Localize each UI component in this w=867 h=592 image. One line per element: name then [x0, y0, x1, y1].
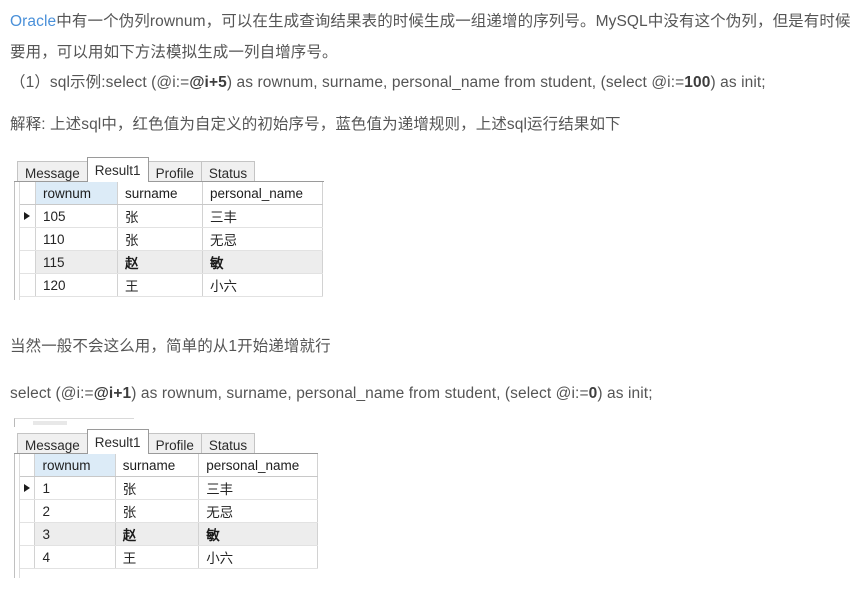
sql1-emphasis-increment: @i+5 — [189, 74, 227, 91]
tab-status-1[interactable]: Status — [200, 161, 256, 181]
cell-personal-name[interactable]: 无忌 — [202, 227, 323, 251]
table-row[interactable]: 115 赵 敏 — [19, 250, 323, 274]
tab-label: Profile — [155, 438, 194, 453]
current-row-arrow-icon — [24, 484, 30, 492]
cell-personal-name[interactable]: 敏 — [198, 522, 318, 546]
tab-result1-1[interactable]: Result1 — [86, 157, 149, 182]
cell-rownum[interactable]: 3 — [34, 522, 116, 546]
cell-surname[interactable]: 赵 — [117, 250, 203, 274]
cell-rownum[interactable]: 120 — [35, 273, 118, 297]
tab-label: Result1 — [94, 435, 141, 450]
cell-rownum[interactable]: 110 — [35, 227, 118, 251]
cell-surname[interactable]: 王 — [117, 273, 203, 297]
cell-surname[interactable]: 赵 — [115, 522, 200, 546]
cell-surname[interactable]: 张 — [117, 227, 203, 251]
result-panel-2: Message Result1 Profile Status rownum su… — [14, 418, 318, 578]
row-marker — [19, 499, 36, 523]
column-header-surname[interactable]: surname — [117, 182, 203, 205]
sql1-middle: ) as rownum, surname, personal_name from… — [226, 74, 685, 91]
row-marker — [19, 545, 36, 569]
cell-rownum[interactable]: 1 — [34, 476, 116, 500]
table-row[interactable]: 120 王 小六 — [19, 273, 323, 297]
table-row[interactable]: 3 赵 敏 — [19, 522, 318, 546]
paragraph-sql-example-1: （1）sql示例:select (@i:=@i+5) as rownum, su… — [10, 67, 860, 98]
row-marker-current — [19, 476, 36, 500]
cell-rownum[interactable]: 2 — [34, 499, 116, 523]
cell-surname[interactable]: 张 — [117, 204, 203, 228]
result-grid-1: rownum surname personal_name 105 张 三丰 11… — [19, 182, 323, 297]
panel-2-top-strip — [14, 418, 134, 427]
tab-message-1[interactable]: Message — [17, 161, 88, 181]
column-header-personal-name[interactable]: personal_name — [202, 182, 323, 205]
column-header-rownum[interactable]: rownum — [35, 182, 118, 205]
row-marker — [19, 522, 36, 546]
tab-profile-2[interactable]: Profile — [147, 433, 202, 453]
sql2-suffix: ) as init; — [597, 385, 653, 402]
cell-personal-name[interactable]: 小六 — [202, 273, 323, 297]
oracle-link[interactable]: Oracle — [10, 13, 56, 30]
row-marker — [19, 273, 36, 297]
cell-rownum[interactable]: 105 — [35, 204, 118, 228]
cell-rownum[interactable]: 115 — [35, 250, 118, 274]
cell-rownum[interactable]: 4 — [34, 545, 116, 569]
tab-label: Message — [25, 166, 80, 181]
row-marker-current — [19, 204, 36, 228]
cell-surname[interactable]: 王 — [115, 545, 200, 569]
cell-surname[interactable]: 张 — [115, 499, 200, 523]
sql1-suffix: ) as init; — [710, 74, 766, 91]
cell-personal-name[interactable]: 三丰 — [202, 204, 323, 228]
cell-personal-name[interactable]: 三丰 — [198, 476, 318, 500]
column-header-surname[interactable]: surname — [115, 454, 200, 477]
current-row-arrow-icon — [24, 212, 30, 220]
tab-label: Result1 — [94, 163, 141, 178]
sql1-prefix: （1）sql示例:select (@i:= — [10, 74, 190, 91]
table-row[interactable]: 1 张 三丰 — [19, 476, 318, 500]
table-row[interactable]: 110 张 无忌 — [19, 227, 323, 251]
paragraph-intro-text: 中有一个伪列rownum，可以在生成查询结果表的时候生成一组递增的序列号。MyS… — [10, 13, 851, 61]
sql2-prefix: select (@i:= — [10, 385, 94, 402]
result-grid-2: rownum surname personal_name 1 张 三丰 2 张 … — [19, 454, 318, 569]
table-row[interactable]: 4 王 小六 — [19, 545, 318, 569]
tab-status-2[interactable]: Status — [200, 433, 256, 453]
cell-surname[interactable]: 张 — [115, 476, 200, 500]
row-marker-header — [19, 454, 36, 477]
tab-message-2[interactable]: Message — [17, 433, 88, 453]
tab-label: Message — [25, 438, 80, 453]
table-row[interactable]: 105 张 三丰 — [19, 204, 323, 228]
column-header-rownum[interactable]: rownum — [34, 454, 116, 477]
result-tabbar-1: Message Result1 Profile Status — [14, 155, 324, 182]
sql2-emphasis-increment: @i+1 — [93, 385, 132, 402]
sql2-middle: ) as rownum, surname, personal_name from… — [131, 385, 589, 402]
cell-personal-name[interactable]: 敏 — [202, 250, 323, 274]
tab-label: Status — [208, 438, 248, 453]
result-panel-1: Message Result1 Profile Status rownum su… — [14, 155, 324, 300]
grid-header-row: rownum surname personal_name — [19, 454, 318, 477]
result-tabbar-2: Message Result1 Profile Status — [14, 427, 318, 454]
row-marker — [19, 227, 36, 251]
column-header-personal-name[interactable]: personal_name — [198, 454, 318, 477]
tab-label: Status — [208, 166, 248, 181]
paragraph-intro: Oracle中有一个伪列rownum，可以在生成查询结果表的时候生成一组递增的序… — [10, 6, 865, 68]
cell-personal-name[interactable]: 小六 — [198, 545, 318, 569]
paragraph-sql-example-2: select (@i:=@i+1) as rownum, surname, pe… — [10, 378, 860, 409]
row-marker — [19, 250, 36, 274]
sql1-emphasis-init: 100 — [684, 74, 711, 91]
grid-header-row: rownum surname personal_name — [19, 182, 323, 205]
table-row[interactable]: 2 张 无忌 — [19, 499, 318, 523]
cell-personal-name[interactable]: 无忌 — [198, 499, 318, 523]
paragraph-note: 当然一般不会这么用，简单的从1开始递增就行 — [10, 338, 331, 355]
tab-result1-2[interactable]: Result1 — [86, 429, 149, 454]
tab-profile-1[interactable]: Profile — [147, 161, 202, 181]
row-marker-header — [19, 182, 36, 205]
paragraph-explanation: 解释: 上述sql中，红色值为自定义的初始序号，蓝色值为递增规则，上述sql运行… — [10, 116, 621, 133]
tab-label: Profile — [155, 166, 194, 181]
